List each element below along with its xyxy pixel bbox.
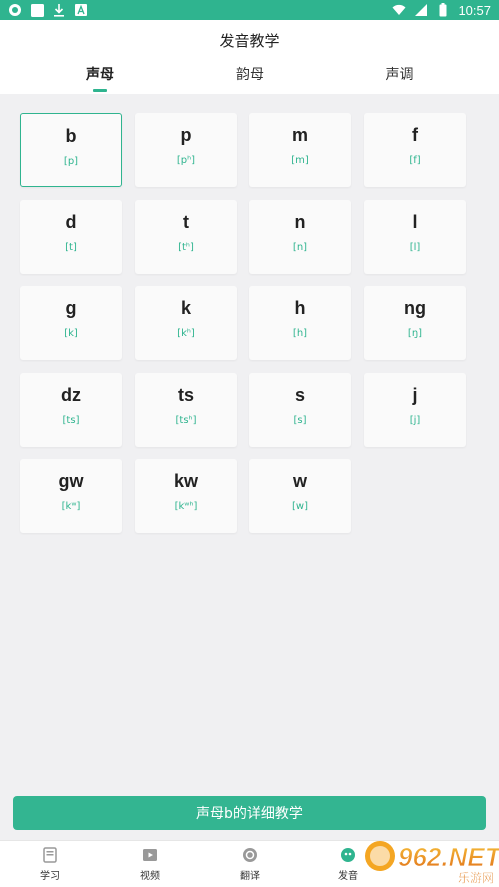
initial-card-b[interactable]: b [p] [20,113,122,187]
initial-letter: ts [177,385,194,405]
text-a-icon [74,3,88,17]
initial-card-d[interactable]: d [t] [20,200,122,274]
nav-item-translate[interactable]: 翻译 [220,847,280,882]
initial-ipa: [l] [409,242,421,253]
initial-card-t[interactable]: t [tʰ] [135,200,237,274]
initial-letter: t [183,212,189,232]
initial-ipa: [ts] [62,415,80,426]
tab-label: 韵母 [236,67,264,83]
initial-card-h[interactable]: h [h] [249,286,351,360]
initial-letter: h [294,298,306,318]
initial-ipa: [p] [63,156,79,167]
initial-letter: s [294,385,305,405]
white-square-icon [30,3,44,17]
page-title: 发音教学 [219,32,280,50]
nav-label: 发音 [338,871,358,882]
battery-icon [436,3,450,17]
initial-letter: b [65,126,77,146]
initial-letter: k [180,298,191,318]
initial-ipa: [ŋ] [407,328,423,339]
nav-item-video[interactable]: 视频 [120,847,180,882]
nav-label: 翻译 [240,871,260,882]
wifi-icon [392,3,406,17]
initial-ipa: [j] [409,415,421,426]
initial-ipa: [t] [65,242,77,253]
tab-bar: 声母 韵母 声调 [0,64,499,94]
initial-ipa: [kʰ] [177,328,195,339]
initial-letter: f [412,125,418,145]
initial-letter: j [412,385,418,405]
initial-letter: w [292,471,307,491]
initial-ipa: [k] [64,328,78,339]
initial-card-ng[interactable]: ng [ŋ] [364,286,466,360]
initial-letter: kw [173,471,198,491]
video-icon [142,847,158,863]
initial-card-dz[interactable]: dz [ts] [20,373,122,447]
initial-ipa: [w] [292,501,308,512]
initial-ipa: [m] [291,155,309,166]
translate-icon [242,847,258,863]
initial-letter: dz [61,385,81,405]
nav-item-study[interactable]: 学习 [20,847,80,882]
initial-letter: m [291,125,308,145]
initial-letter: ng [404,298,426,318]
initial-letter: p [180,125,192,145]
initial-ipa: [s] [293,415,307,426]
status-bar-right: 10:57 [392,3,491,18]
initial-ipa: [f] [409,155,421,166]
app-notification-icon [8,3,22,17]
initial-card-kw[interactable]: kw [kʷʰ] [135,459,237,533]
initial-card-p[interactable]: p [pʰ] [135,113,237,187]
book-icon [42,847,58,863]
initial-card-m[interactable]: m [m] [249,113,351,187]
detail-tutorial-button[interactable]: 声母b的详细教学 [13,796,486,830]
initial-ipa: [kʷ] [61,501,81,512]
tab-label: 声调 [385,67,414,83]
initial-card-k[interactable]: k [kʰ] [135,286,237,360]
initial-ipa: [n] [292,242,308,253]
nav-label: 学习 [40,871,60,882]
initial-card-ts[interactable]: ts [tsʰ] [135,373,237,447]
initial-letter: n [294,212,306,232]
tab-active-indicator [93,89,107,92]
initial-ipa: [pʰ] [176,155,196,166]
initial-ipa: [kʷʰ] [174,501,198,512]
initial-card-s[interactable]: s [s] [249,373,351,447]
initial-card-gw[interactable]: gw [kʷ] [20,459,122,533]
tab-tones[interactable]: 声调 [300,64,499,94]
tab-label: 声母 [86,67,114,83]
initial-ipa: [tʰ] [178,242,194,253]
initial-card-g[interactable]: g [k] [20,286,122,360]
initial-card-n[interactable]: n [n] [249,200,351,274]
tab-finals[interactable]: 韵母 [200,64,300,94]
status-time: 10:57 [458,2,491,18]
nav-label: 视频 [140,871,160,882]
download-icon [52,3,66,17]
initial-letter: gw [58,471,84,491]
initial-ipa: [h] [292,328,308,339]
initial-ipa: [tsʰ] [175,415,197,426]
initial-letter: d [65,212,77,232]
tab-initials[interactable]: 声母 [0,64,200,94]
pronunciation-icon [340,847,356,863]
initial-letter: g [65,298,77,318]
initial-card-j[interactable]: j [j] [364,373,466,447]
status-bar: 10:57 [0,0,499,20]
initial-card-w[interactable]: w [w] [249,459,351,533]
initial-card-f[interactable]: f [f] [364,113,466,187]
bottom-nav: 学习 视频 翻译 发音 [0,840,499,887]
nav-item-pronunciation[interactable]: 发音 [318,847,378,882]
status-bar-left [8,3,88,17]
initial-letter: l [412,212,418,232]
signal-icon [414,3,428,17]
initial-card-l[interactable]: l [l] [364,200,466,274]
header: 发音教学 声母 韵母 声调 [0,20,499,94]
